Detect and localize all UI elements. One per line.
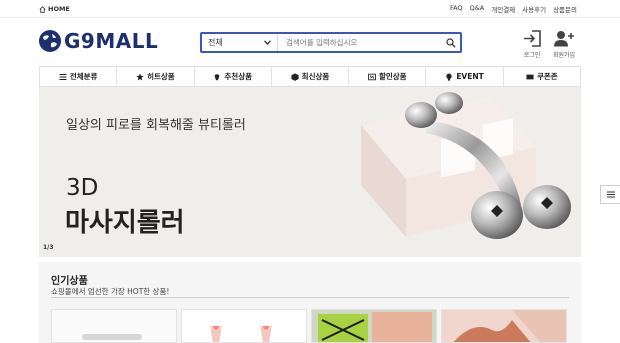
home-label: HOME [48,5,70,13]
thumb-icon [214,73,220,80]
top-utility-bar: HOME FAQ Q&A 개인결제 사용후기 상품문의 [0,0,620,18]
product-card[interactable] [181,309,307,343]
login-label: 로그인 [523,52,541,59]
nav-item-label: 쿠폰존 [536,72,558,81]
search-category-select[interactable]: 전체 [202,34,278,51]
home-link[interactable]: HOME [39,5,70,13]
search-bar: 전체 [200,32,462,53]
product-thumbnail [442,310,566,342]
product-card[interactable] [441,309,567,343]
menu-icon [59,73,67,80]
nav-item-event[interactable]: EVENT [426,67,504,86]
popular-products-section: 인기상품 쇼핑몰에서 엄선한 가장 HOT한 상품! [39,262,581,343]
nav-item-discount[interactable]: 할인상품 [349,67,427,86]
site-logo[interactable]: G9MALL [38,29,158,53]
search-category-value: 전체 [208,38,223,47]
section-title: 인기상품 [51,276,88,287]
product-thumbnail [312,310,436,342]
category-nav: 전체분류 히트상품 추천상품 최신상품 할인상품 EVENT 쿠폰존 [39,66,581,87]
join-label: 회원가입 [552,52,576,59]
main-banner[interactable]: 일상의 피로를 회복해줄 뷰티롤러 3D 마사지롤러 1/3 [39,87,581,257]
menu-icon [607,191,615,198]
massage-roller-product-image [361,92,571,239]
star-icon [136,72,144,80]
banner-title-line1: 3D [66,175,99,201]
nav-item-label: EVENT [456,72,484,81]
globe-logo-icon [39,30,61,52]
nav-item-label: 할인상품 [378,72,407,81]
personal-payment-link[interactable]: 개인결제 [491,4,515,14]
nav-item-label: 히트상품 [147,72,175,81]
side-menu-toggle[interactable] [600,185,620,204]
nav-item-label: 최신상품 [301,72,330,81]
login-icon [524,30,541,47]
search-button[interactable] [442,34,460,51]
section-subtitle: 쇼핑몰에서 엄선한 가장 HOT한 상품! [51,287,170,296]
coupon-icon [526,74,534,79]
nav-item-recommended[interactable]: 추천상품 [195,67,272,86]
home-icon [39,5,46,13]
top-links: FAQ Q&A 개인결제 사용후기 상품문의 [450,4,577,14]
discount-icon [368,73,376,80]
qna-link[interactable]: Q&A [470,4,485,14]
product-thumbnail [182,310,306,342]
logo-text: G9MALL [64,29,159,53]
nav-item-hit-products[interactable]: 히트상품 [117,67,195,86]
nav-item-coupon-zone[interactable]: 쿠폰존 [504,67,580,86]
product-card[interactable] [311,309,437,343]
product-card[interactable] [51,309,177,343]
product-inquiry-link[interactable]: 상품문의 [553,4,577,14]
add-user-icon [554,31,574,47]
bulb-icon [446,73,452,81]
search-input[interactable] [278,34,442,51]
banner-slide-counter: 1/3 [43,244,54,251]
reviews-link[interactable]: 사용후기 [522,4,546,14]
join-button[interactable]: 회원가입 [549,30,579,59]
chevron-down-icon [264,40,271,45]
faq-link[interactable]: FAQ [450,4,463,14]
cube-icon [291,72,299,81]
nav-item-label: 추천상품 [224,72,252,81]
product-thumbnail [52,310,176,342]
login-button[interactable]: 로그인 [517,30,547,59]
section-divider [51,297,569,298]
nav-item-label: 전체분류 [69,72,98,81]
banner-title-line2: 마사지롤러 [65,208,185,238]
banner-subtitle: 일상의 피로를 회복해줄 뷰티롤러 [66,118,246,133]
nav-item-newest[interactable]: 최신상품 [272,67,350,86]
search-icon [446,37,456,48]
nav-item-all-categories[interactable]: 전체분류 [40,67,118,86]
